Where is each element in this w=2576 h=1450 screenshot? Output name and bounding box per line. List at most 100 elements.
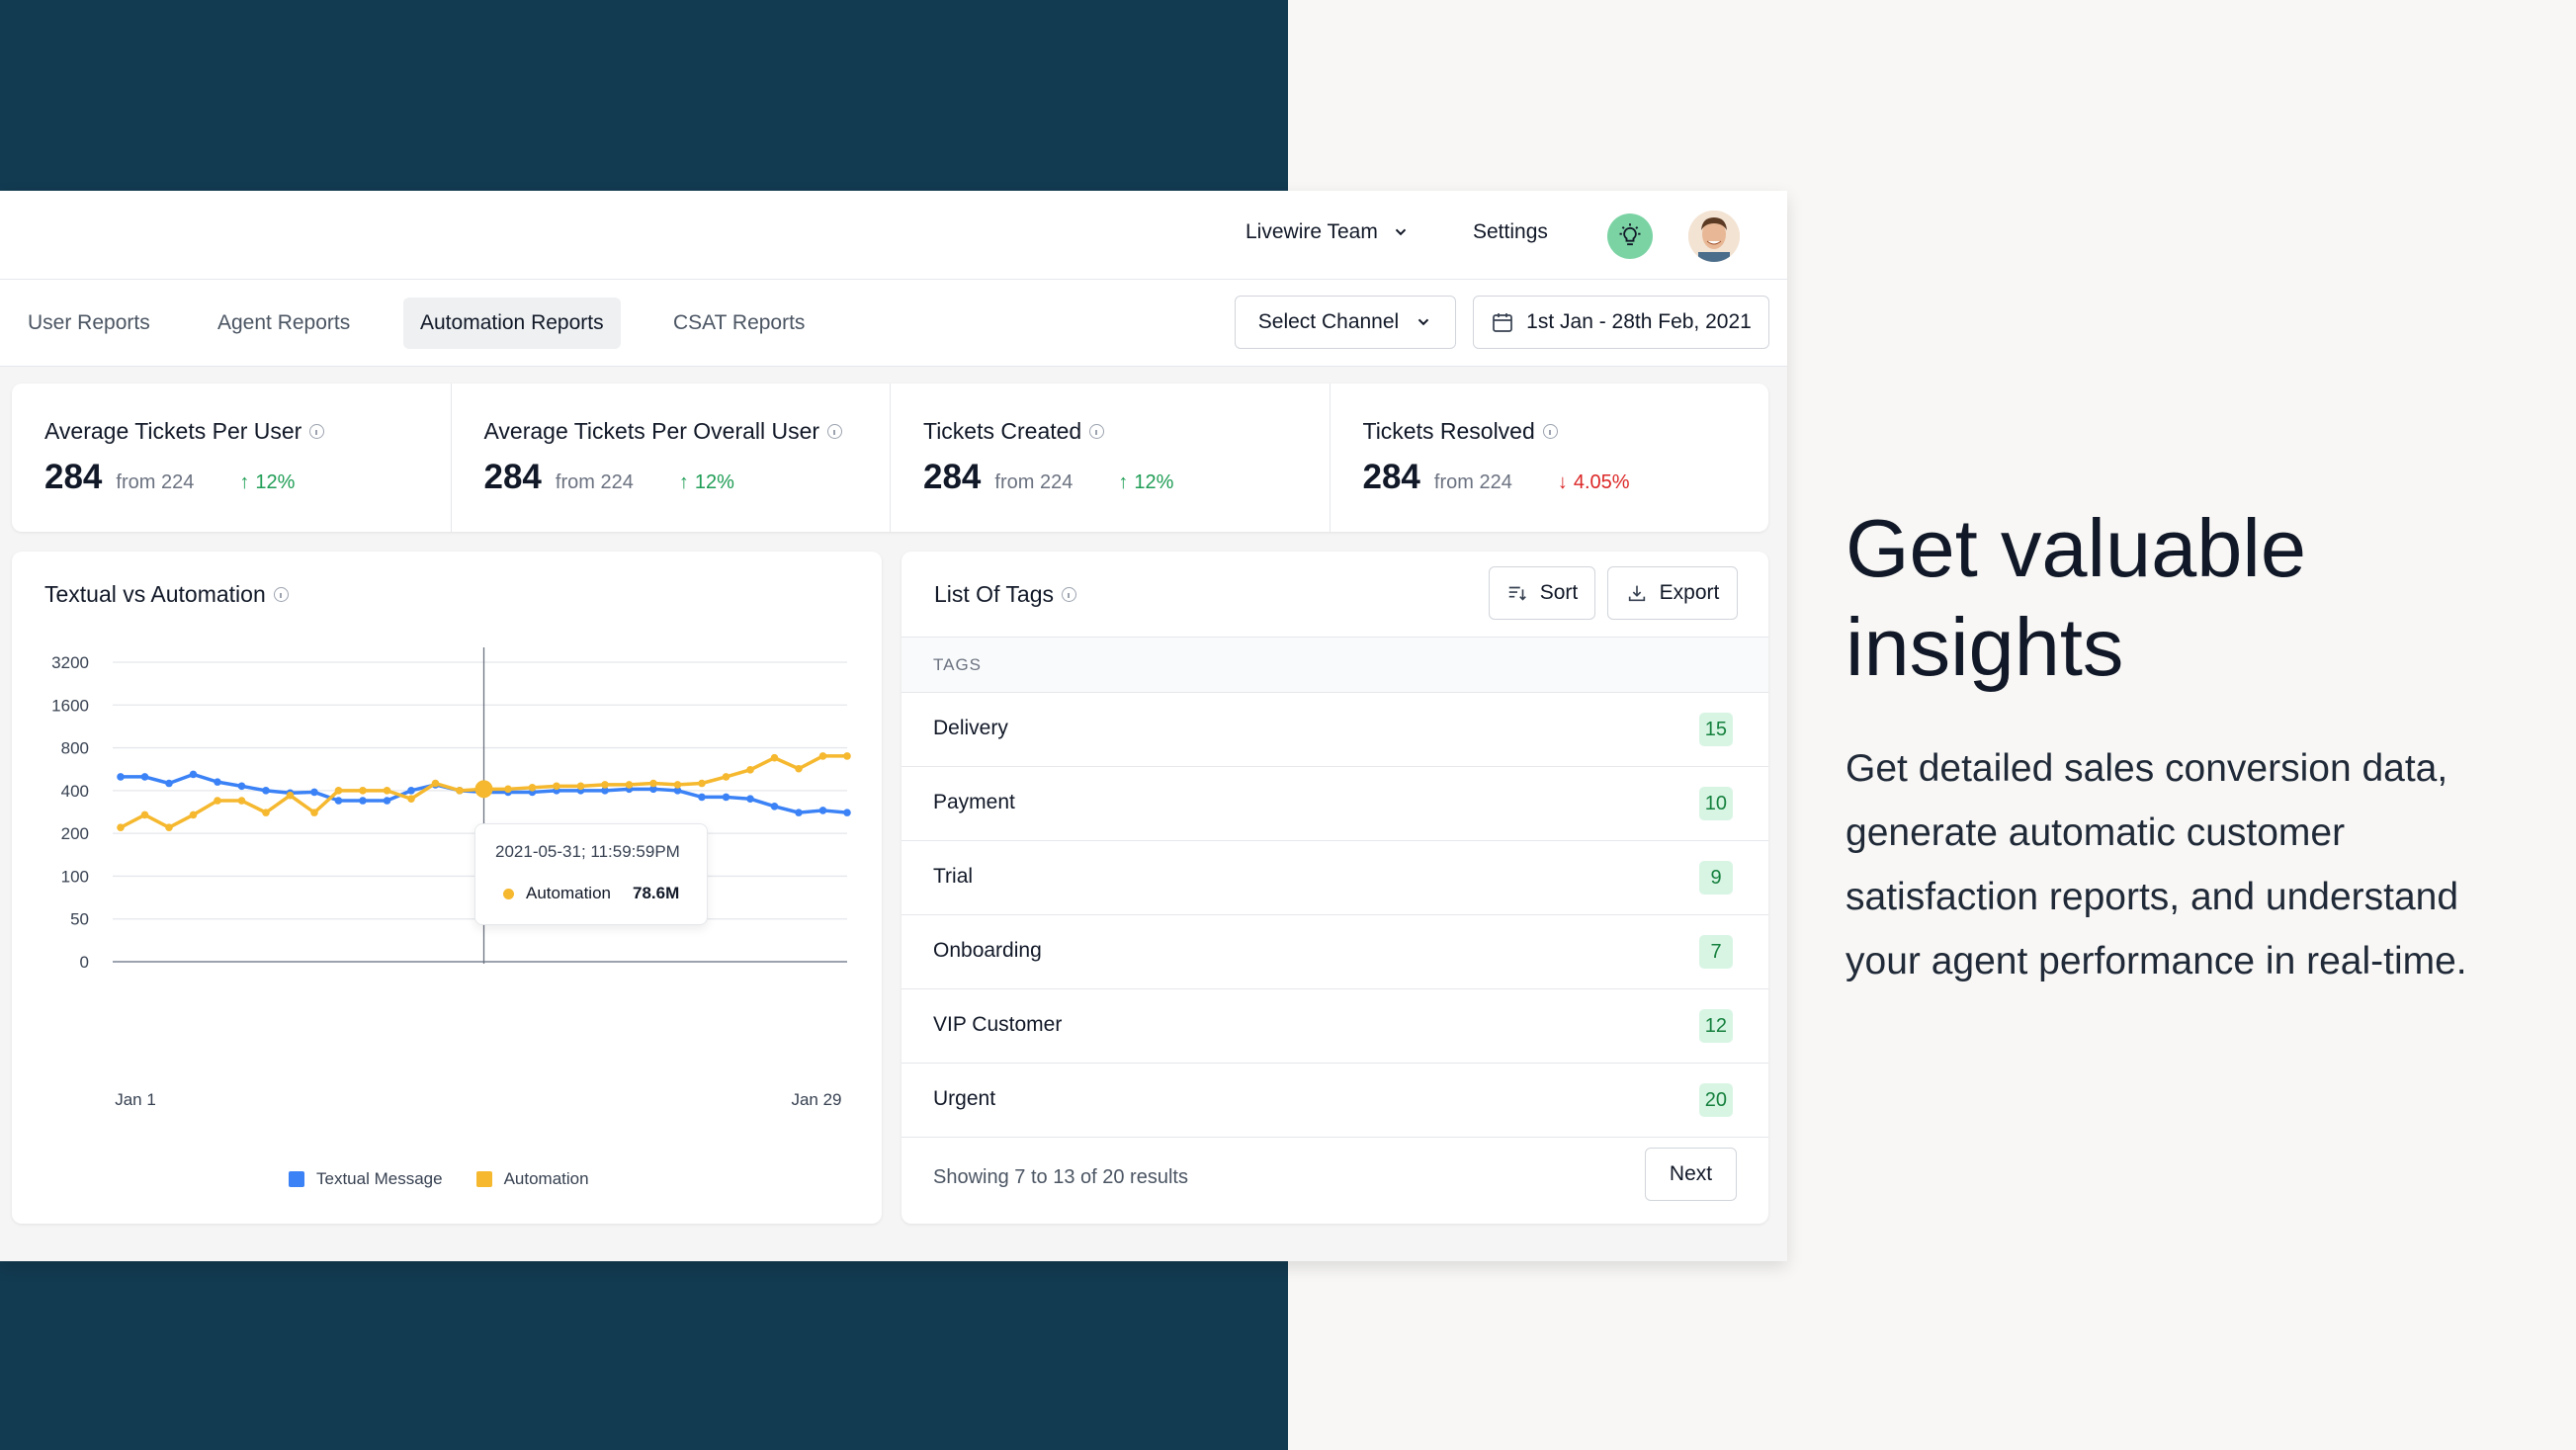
table-row[interactable]: Payment 10 [902,767,1768,841]
info-icon[interactable] [827,424,843,439]
tab-csat-reports[interactable]: CSAT Reports [656,298,821,349]
stat-label-wrap: Average Tickets Per User [44,418,325,445]
tag-count-badge: 10 [1698,787,1733,820]
stat-change: ↑ 12% [239,471,295,494]
data-point [237,797,246,805]
stat-card: Tickets Resolved 284 from 224 ↓ 4.05% [1331,384,1769,532]
y-tick-label: 1600 [51,696,89,715]
team-switcher[interactable]: Livewire Team [1245,220,1410,244]
y-tick-label: 3200 [51,653,89,672]
stat-value: 284 [44,458,103,496]
data-point [189,770,198,779]
settings-link[interactable]: Settings [1473,220,1548,244]
data-point [601,781,609,789]
dashboard-window: Livewire Team Settings User Reports Agen… [0,191,1787,1261]
data-point [528,784,537,792]
top-bar: Livewire Team Settings [0,191,1787,280]
data-point [383,797,391,805]
legend-label: Textual Message [316,1169,443,1188]
avatar-image [1688,211,1740,262]
legend-item[interactable]: Automation [475,1169,589,1189]
stat-from: from 224 [1433,471,1512,493]
data-point [383,787,391,795]
data-point [117,823,125,831]
stat-change-value: 12% [694,471,734,493]
data-point [334,787,343,795]
data-point [818,807,827,814]
data-point [818,752,827,760]
stat-change: ↑ 12% [1118,471,1173,494]
tag-count-badge: 9 [1699,861,1733,895]
data-point [625,781,634,789]
stat-value: 284 [923,458,982,496]
data-point [262,809,270,816]
stat-label: Average Tickets Per Overall User [483,418,820,444]
data-point [140,773,149,781]
y-tick-label: 400 [61,782,89,801]
sort-button[interactable]: Sort [1489,566,1595,620]
info-icon[interactable] [309,424,325,439]
lightbulb-icon [1619,223,1641,246]
tag-name: Onboarding [933,939,1042,962]
stat-from: from 224 [555,471,634,493]
data-point [165,779,173,788]
data-point [746,766,754,774]
tab-automation-reports[interactable]: Automation Reports [403,298,621,349]
info-icon[interactable] [1542,424,1558,439]
data-point [649,779,657,788]
arrow-up-icon: ↑ [239,471,250,493]
y-tick-label: 50 [70,910,89,929]
info-icon[interactable] [1089,424,1105,439]
tooltip-value: 78.6M [633,884,680,902]
data-point [310,788,318,797]
tag-count-badge: 15 [1698,713,1733,746]
export-button[interactable]: Export [1607,566,1738,620]
tab-agent-reports[interactable]: Agent Reports [201,298,367,349]
data-point [407,787,415,795]
legend-item[interactable]: Textual Message [289,1169,443,1189]
table-row[interactable]: Urgent 20 [902,1064,1768,1138]
next-button[interactable]: Next [1645,1148,1737,1201]
table-row[interactable]: VIP Customer 12 [902,989,1768,1064]
tab-user-reports[interactable]: User Reports [11,298,167,349]
report-tabs-bar: User Reports Agent Reports Automation Re… [0,280,1787,367]
date-range-picker[interactable]: 1st Jan - 28th Feb, 2021 [1473,296,1769,349]
table-row[interactable]: Delivery 15 [902,693,1768,767]
channel-select-label: Select Channel [1257,310,1400,333]
stat-change-value: 12% [1134,471,1174,493]
user-avatar[interactable] [1688,211,1740,262]
download-icon [1628,585,1645,602]
tooltip-row: Automation 78.6M [503,884,679,903]
stat-change: ↓ 4.05% [1558,471,1630,494]
tags-table-header: TAGS [902,637,1768,693]
channel-select[interactable]: Select Channel [1235,296,1456,349]
chevron-down-icon [1418,318,1429,326]
data-point [698,793,706,802]
calendar-icon [1493,313,1513,332]
data-point [795,809,803,816]
data-point [286,791,295,800]
lightbulb-button[interactable] [1607,213,1653,259]
x-tick-label: Jan 29 [791,1090,841,1109]
stat-label: Tickets Resolved [1362,418,1535,444]
table-row[interactable]: Onboarding 7 [902,915,1768,989]
background-panel-top [0,0,1288,191]
stat-label: Average Tickets Per User [44,418,302,444]
line-chart[interactable]: 3200 1600 800 400 200 100 50 0 Jan 1 Jan 29 [12,552,882,1164]
data-point [117,773,125,781]
data-point [843,752,851,760]
data-point [576,782,585,791]
legend-label: Automation [503,1169,589,1188]
data-point [310,809,318,816]
stat-change: ↑ 12% [679,471,734,494]
data-point [214,778,221,786]
data-point [474,780,493,799]
table-row[interactable]: Trial 9 [902,841,1768,915]
date-range-label: 1st Jan - 28th Feb, 2021 [1526,310,1752,333]
y-tick-label: 100 [61,867,89,886]
hero-description: Get detailed sales conversion data, gene… [1846,747,2467,982]
legend-swatch [475,1171,492,1187]
x-tick-label: Jan 1 [115,1090,156,1109]
info-icon[interactable] [1062,587,1077,602]
data-point [843,809,851,816]
